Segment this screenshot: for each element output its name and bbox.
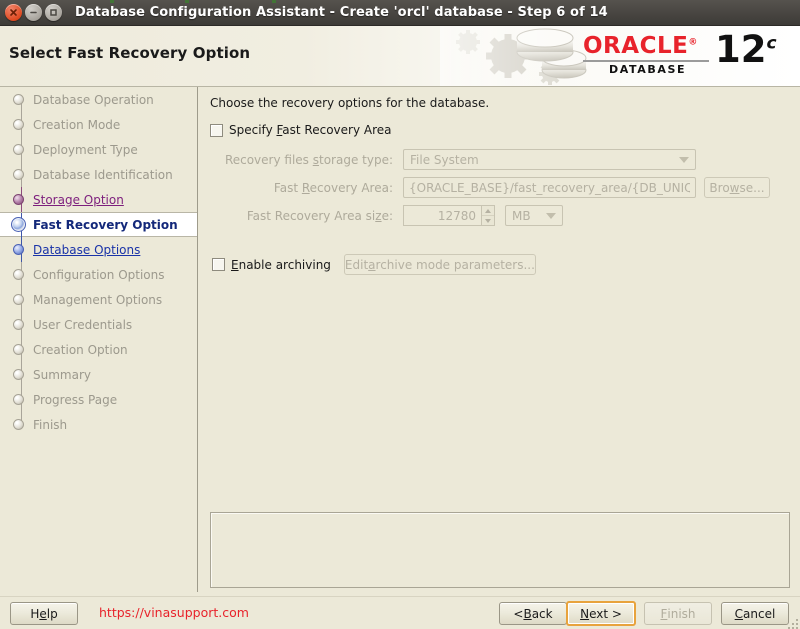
step-bullet-icon: [13, 369, 24, 380]
resize-grip-icon[interactable]: [784, 615, 798, 629]
sidebar-item-finish: Finish: [0, 412, 197, 437]
sidebar-item-progress-page: Progress Page: [0, 387, 197, 412]
sidebar-item-deployment-type: Deployment Type: [0, 137, 197, 162]
fra-path-label: Fast Recovery Area:: [273, 180, 393, 195]
sidebar-item-database-options[interactable]: Database Options: [0, 237, 197, 262]
oracle-wordmark: ORACLE®: [583, 33, 698, 59]
maximize-icon[interactable]: [45, 4, 62, 21]
page-title: Select Fast Recovery Option: [9, 44, 251, 62]
fra-path-row: Fast Recovery Area: {ORACLE_BASE}/fast_r…: [210, 177, 790, 198]
sidebar-item-configuration-options: Configuration Options: [0, 262, 197, 287]
window-title: Database Configuration Assistant - Creat…: [75, 5, 608, 20]
step-bullet-icon: [13, 394, 24, 405]
step-bullet-icon: [13, 319, 24, 330]
sidebar-item-database-identification: Database Identification: [0, 162, 197, 187]
close-icon[interactable]: [5, 4, 22, 21]
sidebar-item-label: Management Options: [33, 292, 163, 307]
oracle-product-name: DATABASE: [609, 63, 687, 76]
sidebar-item-label: Fast Recovery Option: [33, 217, 178, 232]
sidebar-item-management-options: Management Options: [0, 287, 197, 312]
fra-size-stepper[interactable]: 12780: [403, 205, 495, 226]
step-bullet-icon: [13, 169, 24, 180]
storage-type-combobox[interactable]: File System: [403, 149, 696, 170]
sidebar-item-summary: Summary: [0, 362, 197, 387]
intro-text: Choose the recovery options for the data…: [210, 96, 490, 110]
sidebar-item-label: User Credentials: [33, 317, 133, 332]
step-bullet-icon: [13, 269, 24, 280]
sidebar-item-label: Database Options: [33, 242, 141, 257]
fra-size-spin-arrows[interactable]: [481, 205, 495, 226]
spin-down-icon[interactable]: [482, 216, 494, 225]
finish-button: Finish: [644, 602, 712, 625]
help-button[interactable]: He lp: [10, 602, 78, 625]
fra-size-row: Fast Recovery Area size: 12780 MB: [210, 205, 790, 226]
logo-divider: [583, 60, 709, 62]
sidebar-item-label: Creation Mode: [33, 117, 121, 132]
step-bullet-icon: [13, 244, 24, 255]
step-bullet-icon: [13, 419, 24, 430]
enable-archiving-checkbox[interactable]: [212, 258, 225, 271]
storage-type-label: Recovery files storage type:: [224, 152, 393, 167]
sidebar-item-label: Storage Option: [33, 192, 124, 207]
sidebar-item-label: Deployment Type: [33, 142, 138, 157]
sidebar-item-creation-option: Creation Option: [0, 337, 197, 362]
sidebar-item-label: Summary: [33, 367, 91, 382]
fra-size-unit-combobox[interactable]: MB: [505, 205, 563, 226]
sidebar-item-label: Creation Option: [33, 342, 128, 357]
fra-size-label: Fast Recovery Area size:: [246, 208, 393, 223]
dbca-window: Database Configuration Assistant - Creat…: [0, 0, 800, 629]
storage-type-value: File System: [410, 152, 479, 167]
sidebar-item-label: Finish: [33, 417, 68, 432]
enable-archiving-label: Enable archiving: [231, 257, 331, 272]
specify-fra-checkbox[interactable]: [210, 123, 223, 137]
step-bullet-icon: [13, 119, 24, 130]
sidebar-item-user-credentials: User Credentials: [0, 312, 197, 337]
specify-fra-row[interactable]: Specify Fast Recovery Area: [210, 123, 392, 137]
step-bullet-icon: [13, 344, 24, 355]
browse-button[interactable]: Bro w se...: [704, 177, 770, 198]
step-bullet-icon: [13, 194, 24, 205]
message-panel: [210, 512, 790, 588]
watermark-text: https://vinasupport.com: [99, 605, 249, 620]
sidebar-item-database-operation: Database Operation: [0, 87, 197, 112]
chevron-down-icon: [546, 212, 556, 219]
enable-archiving-row[interactable]: Enable archiving Edit a rchive mode param…: [212, 254, 536, 275]
sidebar-item-creation-mode: Creation Mode: [0, 112, 197, 137]
sidebar-item-label: Database Identification: [33, 167, 173, 182]
sidebar-item-label: Database Operation: [33, 92, 154, 107]
oracle-version: 12c: [715, 28, 777, 71]
fra-path-input[interactable]: {ORACLE_BASE}/fast_recovery_area/{DB_UNI…: [403, 177, 696, 198]
step-bullet-icon: [13, 94, 24, 105]
spin-up-icon[interactable]: [482, 206, 494, 216]
header-banner: Select Fast Recovery Option ORACLE® DATA…: [0, 26, 800, 87]
minimize-icon[interactable]: [25, 4, 42, 21]
footer-bar: He lp https://vinasupport.com < Back Next…: [0, 596, 800, 629]
next-button[interactable]: Next >: [566, 601, 636, 626]
step-bullet-icon: [13, 294, 24, 305]
chevron-down-icon: [679, 156, 689, 163]
sidebar-item-label: Progress Page: [33, 392, 118, 407]
cancel-button[interactable]: Cancel: [721, 602, 789, 625]
storage-type-row: Recovery files storage type: File System: [210, 149, 790, 170]
wizard-steps-sidebar: Database Operation Creation Mode Deploymen…: [0, 87, 198, 592]
sidebar-item-label: Configuration Options: [33, 267, 165, 282]
specify-fra-label: Specify Fast Recovery Area: [229, 123, 392, 137]
step-bullet-icon: [13, 144, 24, 155]
fra-size-value[interactable]: 12780: [403, 205, 481, 226]
step-bullet-icon: [11, 217, 26, 232]
oracle-logo: ORACLE® DATABASE 12c: [583, 28, 788, 80]
sidebar-item-storage-option[interactable]: Storage Option: [0, 187, 197, 212]
fra-path-value: {ORACLE_BASE}/fast_recovery_area/{DB_UNI…: [409, 180, 690, 195]
sidebar-item-fast-recovery-option: Fast Recovery Option: [0, 212, 197, 238]
back-button[interactable]: < Back: [499, 602, 567, 625]
window-controls: [5, 4, 62, 21]
window-titlebar: Database Configuration Assistant - Creat…: [0, 0, 800, 26]
fra-size-unit-value: MB: [512, 208, 531, 223]
edit-archive-mode-parameters-button[interactable]: Edit a rchive mode parameters...: [343, 254, 536, 275]
